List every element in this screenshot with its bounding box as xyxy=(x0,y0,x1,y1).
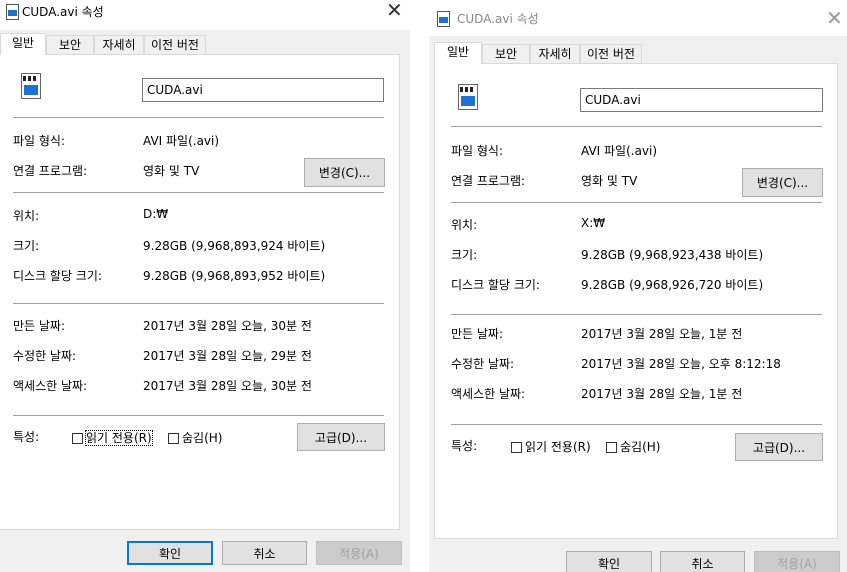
cancel-button[interactable]: 취소 xyxy=(222,541,307,565)
separator xyxy=(451,126,822,127)
accessed-value: 2017년 3월 28일 오늘, 1분 전 xyxy=(581,387,743,401)
size-value: 9.28GB (9,968,893,924 바이트) xyxy=(143,239,326,253)
separator xyxy=(451,202,822,203)
properties-dialog-left: CUDA.avi 속성 ✕ 일반 보안 자세히 이전 버전 파일 형식: AVI… xyxy=(0,0,410,572)
size-on-disk-value: 9.28GB (9,968,926,720 바이트) xyxy=(581,278,764,292)
tab-security[interactable]: 보안 xyxy=(46,35,94,54)
file-type-label: 파일 형식: xyxy=(451,144,504,158)
tab-previous-versions[interactable]: 이전 버전 xyxy=(580,44,642,63)
created-value: 2017년 3월 28일 오늘, 1분 전 xyxy=(581,327,743,341)
hidden-checkbox[interactable]: 숨김(H) xyxy=(168,429,222,446)
accessed-label: 액세스한 날짜: xyxy=(13,379,88,393)
accessed-label: 액세스한 날짜: xyxy=(451,387,526,401)
tab-strip: 일반 보안 자세히 이전 버전 xyxy=(429,42,847,64)
separator xyxy=(13,117,384,118)
video-file-icon xyxy=(6,4,19,20)
separator xyxy=(13,303,384,304)
file-type-value: AVI 파일(.avi) xyxy=(143,134,220,148)
modified-value: 2017년 3월 28일 오늘, 29분 전 xyxy=(143,349,312,363)
file-type-value: AVI 파일(.avi) xyxy=(581,144,658,158)
cancel-button[interactable]: 취소 xyxy=(660,551,745,572)
window-title: CUDA.avi 속성 xyxy=(457,12,539,26)
general-panel: 파일 형식: AVI 파일(.avi) 연결 프로그램: 영화 및 TV 변경(… xyxy=(0,54,400,530)
properties-dialog-right: CUDA.avi 속성 ✕ 일반 보안 자세히 이전 버전 파일 형식: AVI… xyxy=(429,0,847,572)
change-button[interactable]: 변경(C)... xyxy=(304,158,385,187)
attributes-label: 특성: xyxy=(13,430,40,444)
tab-previous-versions[interactable]: 이전 버전 xyxy=(144,35,206,54)
accessed-value: 2017년 3월 28일 오늘, 30분 전 xyxy=(143,379,312,393)
separator xyxy=(451,424,822,425)
location-label: 위치: xyxy=(451,218,478,232)
readonly-label: 읽기 전용(R) xyxy=(85,430,153,446)
checkbox-box[interactable] xyxy=(168,433,179,444)
location-value: X:₩ xyxy=(581,216,606,230)
created-value: 2017년 3월 28일 오늘, 30분 전 xyxy=(143,319,312,333)
close-icon[interactable]: ✕ xyxy=(386,0,403,20)
filename-input[interactable] xyxy=(142,78,384,102)
apply-button[interactable]: 적용(A) xyxy=(754,551,840,572)
size-on-disk-label: 디스크 할당 크기: xyxy=(13,269,102,283)
opens-with-value: 영화 및 TV xyxy=(143,164,200,178)
location-value: D:₩ xyxy=(143,207,169,221)
size-label: 크기: xyxy=(451,248,478,262)
size-label: 크기: xyxy=(13,239,40,253)
advanced-button[interactable]: 고급(D)... xyxy=(735,433,823,461)
title-bar: CUDA.avi 속성 ✕ xyxy=(429,0,847,36)
tab-details[interactable]: 자세히 xyxy=(530,44,580,63)
created-label: 만든 날짜: xyxy=(13,319,66,333)
ok-button[interactable]: 확인 xyxy=(127,541,213,565)
modified-value: 2017년 3월 28일 오늘, 오후 8:12:18 xyxy=(581,357,781,371)
tab-details[interactable]: 자세히 xyxy=(94,35,144,54)
modified-label: 수정한 날짜: xyxy=(451,357,515,371)
size-on-disk-label: 디스크 할당 크기: xyxy=(451,278,540,292)
opens-with-label: 연결 프로그램: xyxy=(13,164,88,178)
general-panel: 파일 형식: AVI 파일(.avi) 연결 프로그램: 영화 및 TV 변경(… xyxy=(434,63,838,539)
readonly-checkbox[interactable]: 읽기 전용(R) xyxy=(511,438,591,455)
checkbox-box[interactable] xyxy=(511,442,522,453)
hidden-label: 숨김(H) xyxy=(620,440,661,454)
location-label: 위치: xyxy=(13,209,40,223)
separator xyxy=(13,415,384,416)
video-file-icon xyxy=(21,73,41,99)
change-button[interactable]: 변경(C)... xyxy=(742,168,823,197)
tab-general[interactable]: 일반 xyxy=(0,33,46,55)
separator xyxy=(451,314,822,315)
close-icon[interactable]: ✕ xyxy=(826,8,843,28)
advanced-button[interactable]: 고급(D)... xyxy=(297,423,385,451)
size-on-disk-value: 9.28GB (9,968,893,952 바이트) xyxy=(143,269,326,283)
apply-button[interactable]: 적용(A) xyxy=(316,541,402,565)
filename-input[interactable] xyxy=(580,88,823,112)
readonly-label: 읽기 전용(R) xyxy=(525,440,591,454)
checkbox-box[interactable] xyxy=(72,433,83,444)
window-title: CUDA.avi 속성 xyxy=(22,5,104,19)
opens-with-value: 영화 및 TV xyxy=(581,174,638,188)
size-value: 9.28GB (9,968,923,438 바이트) xyxy=(581,248,764,262)
tab-strip: 일반 보안 자세히 이전 버전 xyxy=(0,33,410,55)
modified-label: 수정한 날짜: xyxy=(13,349,77,363)
hidden-label: 숨김(H) xyxy=(182,431,223,445)
opens-with-label: 연결 프로그램: xyxy=(451,174,526,188)
tab-security[interactable]: 보안 xyxy=(482,44,530,63)
video-file-icon xyxy=(437,11,450,27)
readonly-checkbox[interactable]: 읽기 전용(R) xyxy=(72,429,153,446)
separator xyxy=(13,192,384,193)
checkbox-box[interactable] xyxy=(606,442,617,453)
hidden-checkbox[interactable]: 숨김(H) xyxy=(606,438,660,455)
ok-button[interactable]: 확인 xyxy=(566,551,652,572)
title-bar: CUDA.avi 속성 ✕ xyxy=(0,0,410,30)
created-label: 만든 날짜: xyxy=(451,327,504,341)
file-type-label: 파일 형식: xyxy=(13,134,66,148)
tab-general[interactable]: 일반 xyxy=(434,42,482,64)
video-file-icon xyxy=(458,84,478,110)
attributes-label: 특성: xyxy=(451,439,478,453)
